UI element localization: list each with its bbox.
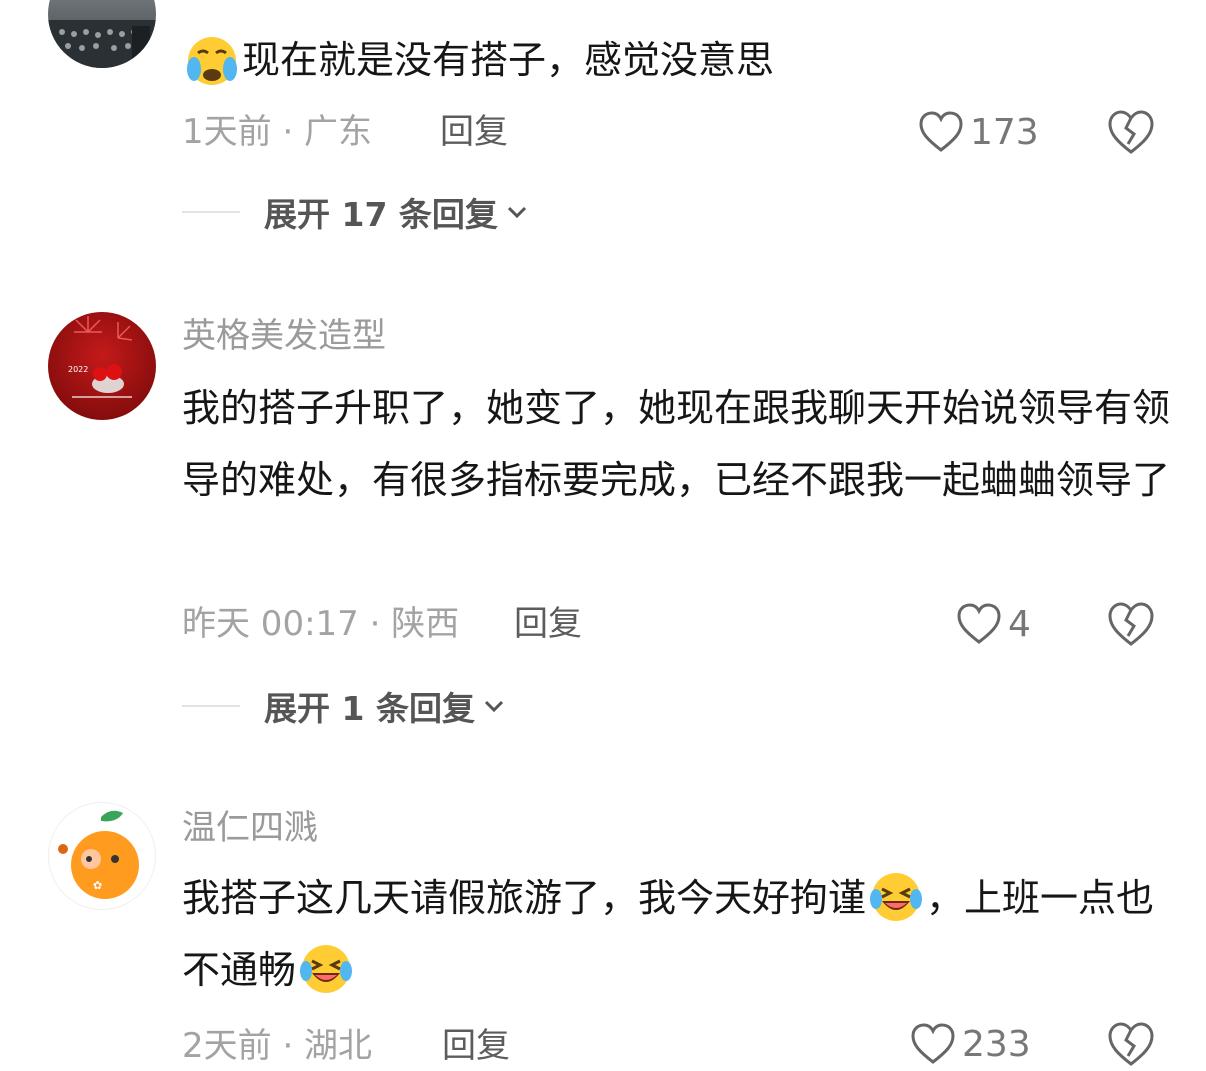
like-count: 173 <box>970 111 1039 153</box>
username[interactable]: 温仁四溅 <box>182 808 318 848</box>
heart-outline-icon <box>957 603 1001 644</box>
expand-replies-button[interactable]: 展开 1 条回复 <box>182 684 507 728</box>
broken-heart-icon[interactable] <box>1106 600 1156 648</box>
avatar[interactable]: 2022 <box>48 312 156 420</box>
like-count: 4 <box>1008 603 1031 645</box>
like-button[interactable]: 4 <box>956 600 1031 648</box>
avatar[interactable]: ✿ <box>48 802 156 910</box>
comment-time-location: 1天前 · 广东 <box>182 112 373 152</box>
comment-text: 我搭子这几天请假旅游了，我今天好拘谨 ，上班一点也不通畅 <box>182 862 1172 1006</box>
laughing-crying-emoji <box>868 869 924 925</box>
comment-text-body: 现在就是没有搭子，感觉没意思 <box>242 38 775 82</box>
chevron-down-icon <box>507 206 526 219</box>
reply-button[interactable]: 回复 <box>442 1026 510 1066</box>
expand-replies-button[interactable]: 展开 17 条回复 <box>182 190 530 234</box>
reply-button[interactable]: 回复 <box>514 604 582 644</box>
comment-time-location: 昨天 00:17 · 陕西 <box>182 604 460 644</box>
avatar-caption: 2022 <box>68 365 88 374</box>
like-button[interactable]: 173 <box>918 108 1039 156</box>
heart-outline-icon <box>919 111 963 152</box>
svg-text:✿: ✿ <box>93 879 102 892</box>
comment-text-body: 我的搭子升职了，她变了，她现在跟我聊天开始说领导有领导的难处，有很多指标要完成，… <box>182 386 1171 502</box>
like-button[interactable]: 233 <box>910 1020 1031 1068</box>
reply-button[interactable]: 回复 <box>440 112 508 152</box>
comment-text: 现在就是没有搭子，感觉没意思 <box>182 24 1172 96</box>
laughing-crying-emoji <box>298 941 354 997</box>
divider <box>182 705 240 707</box>
heart-outline-icon <box>911 1023 955 1064</box>
crying-face-emoji <box>184 31 240 87</box>
expand-replies-label: 展开 1 条回复 <box>264 689 475 728</box>
avatar[interactable] <box>48 0 156 68</box>
divider <box>182 211 240 213</box>
comment-text-body: 我搭子这几天请假旅游了，我今天好拘谨 <box>182 876 867 920</box>
comment-time-location: 2天前 · 湖北 <box>182 1026 373 1066</box>
username[interactable]: 英格美发造型 <box>182 316 386 356</box>
chevron-down-icon <box>484 700 504 713</box>
comment-text: 我的搭子升职了，她变了，她现在跟我聊天开始说领导有领导的难处，有很多指标要完成，… <box>182 372 1172 516</box>
like-count: 233 <box>962 1023 1031 1065</box>
broken-heart-icon[interactable] <box>1106 1020 1156 1068</box>
broken-heart-icon[interactable] <box>1106 108 1156 156</box>
expand-replies-label: 展开 17 条回复 <box>264 195 498 234</box>
